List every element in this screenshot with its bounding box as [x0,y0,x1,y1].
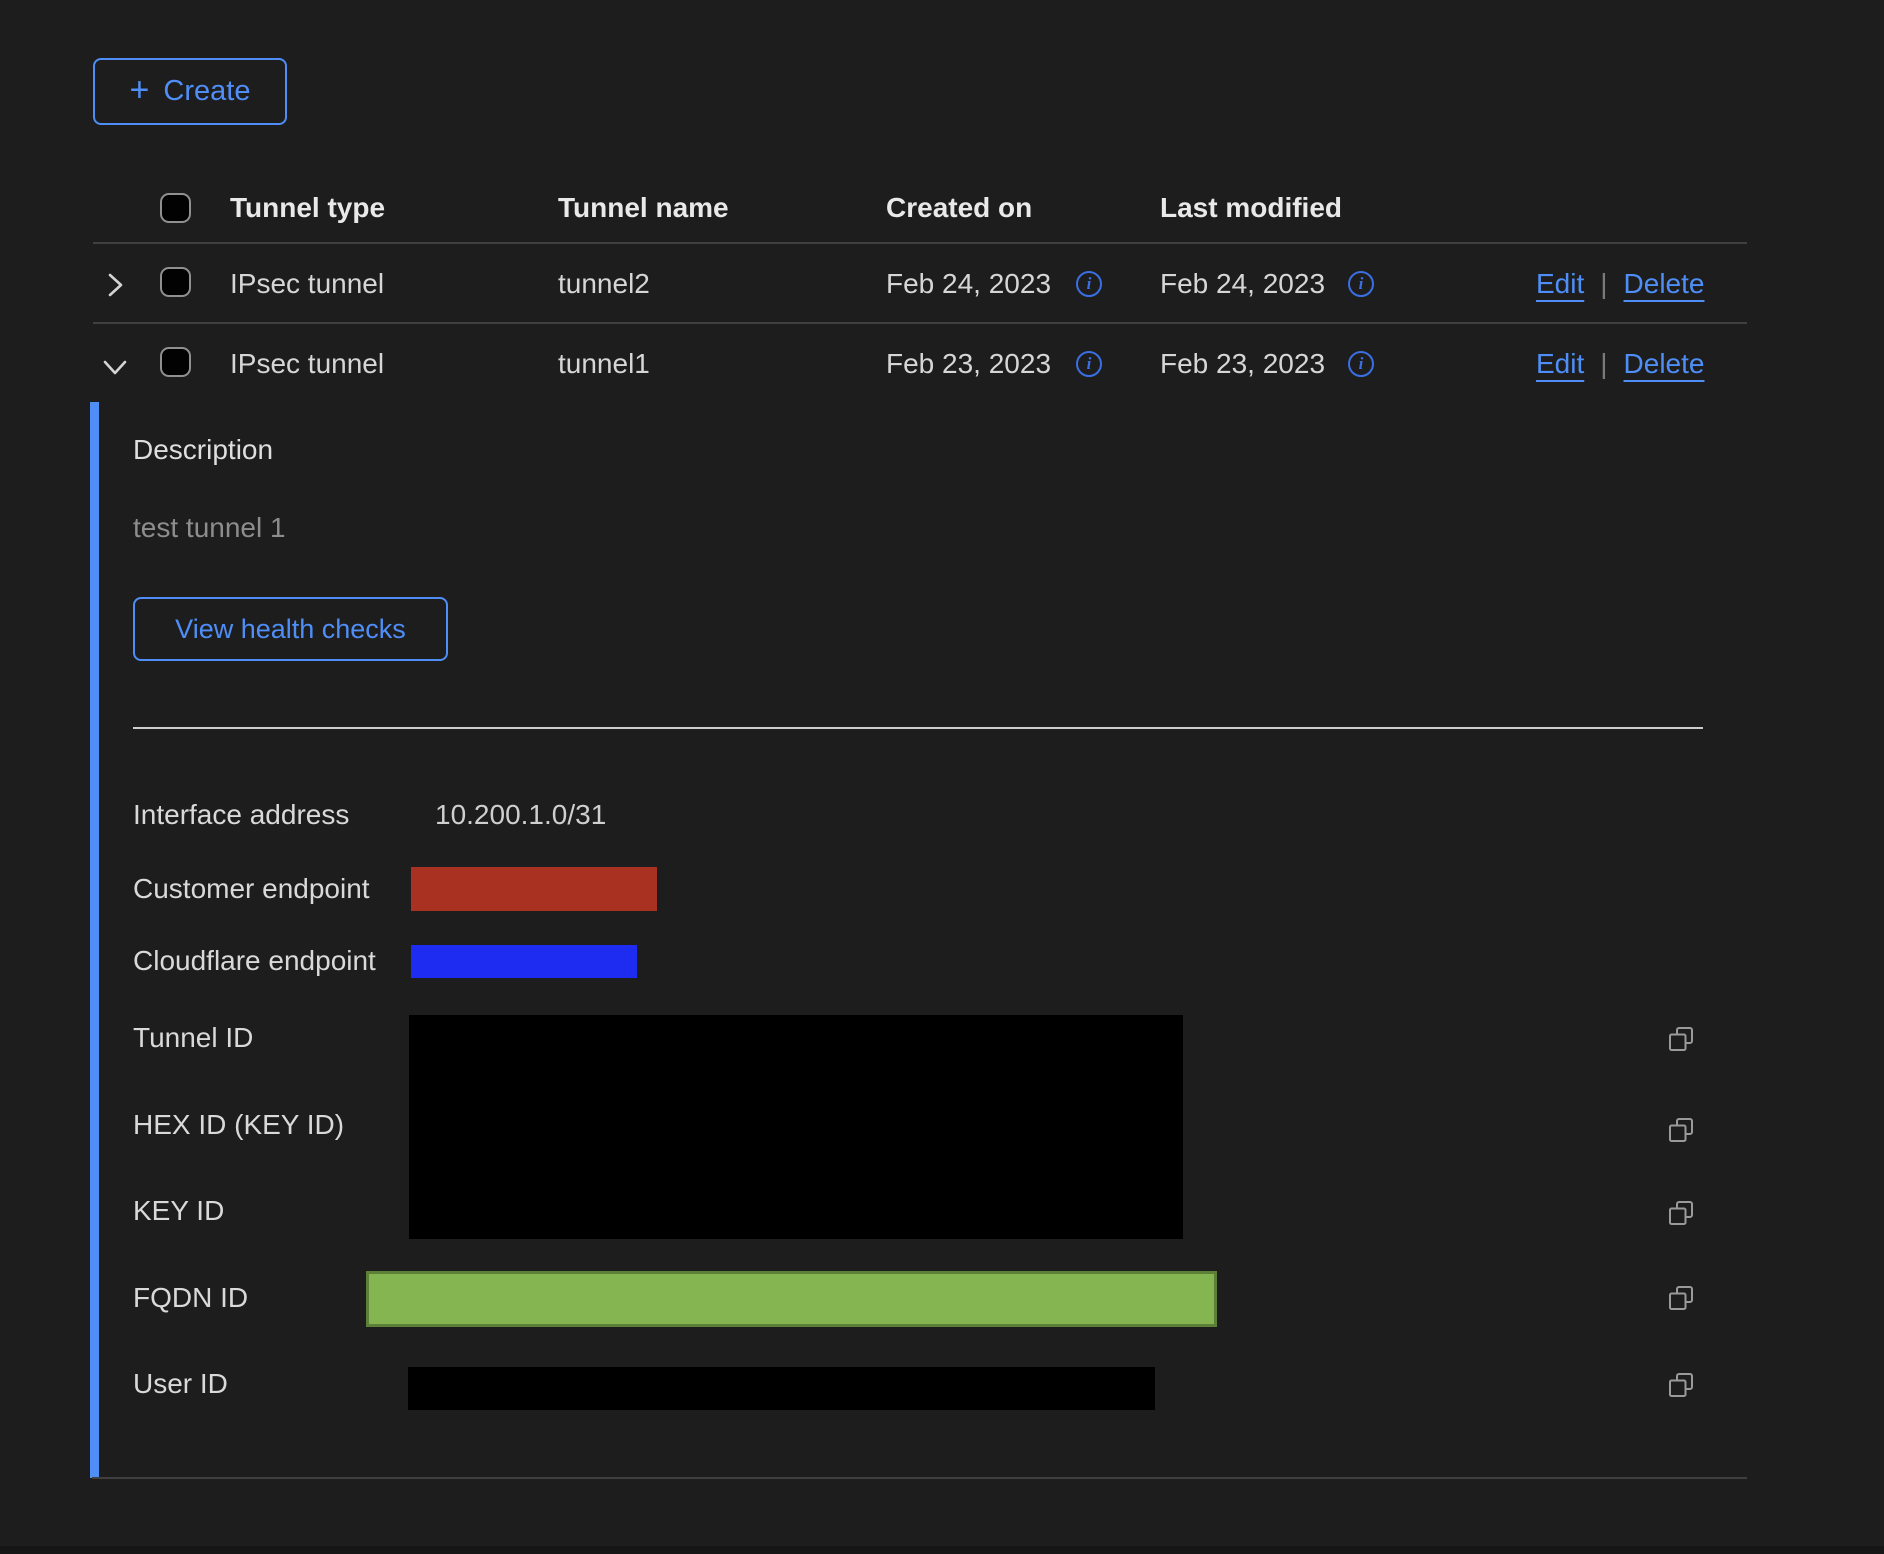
plus-icon: + [130,73,150,107]
table-bottom-divider [92,1477,1747,1479]
header-divider [93,242,1747,244]
info-icon[interactable]: i [1348,351,1374,377]
action-separator: | [1600,268,1607,300]
copy-icon[interactable] [1666,1283,1696,1313]
table-header-row: Tunnel type Tunnel name Created on Last … [0,192,1884,228]
cloudflare-endpoint-label: Cloudflare endpoint [133,945,376,977]
edit-link[interactable]: Edit [1536,348,1584,380]
ids-redacted-values [409,1015,1183,1239]
row-divider [93,322,1747,324]
info-icon[interactable]: i [1076,271,1102,297]
view-health-checks-label: View health checks [175,614,406,645]
user-id-label: User ID [133,1368,228,1400]
customer-endpoint-redacted-value [411,867,657,911]
row-actions: Edit | Delete [1536,348,1704,380]
hex-id-label: HEX ID (KEY ID) [133,1109,344,1141]
table-row: IPsec tunnel tunnel1 Feb 23, 2023 i Feb … [0,348,1884,384]
header-tunnel-type: Tunnel type [230,192,385,224]
customer-endpoint-label: Customer endpoint [133,873,370,905]
copy-icon[interactable] [1666,1115,1696,1145]
info-icon[interactable]: i [1348,271,1374,297]
copy-icon[interactable] [1666,1370,1696,1400]
fqdn-id-redacted-value [366,1271,1217,1327]
interface-address-value: 10.200.1.0/31 [435,799,606,831]
delete-link[interactable]: Delete [1624,268,1705,300]
info-icon[interactable]: i [1076,351,1102,377]
expanded-row-accent-bar [90,402,99,1478]
edit-link[interactable]: Edit [1536,268,1584,300]
description-value: test tunnel 1 [133,512,286,544]
copy-icon[interactable] [1666,1198,1696,1228]
delete-link[interactable]: Delete [1624,348,1705,380]
tunnels-page: + Create Tunnel type Tunnel name Created… [0,0,1884,1554]
key-id-label: KEY ID [133,1195,224,1227]
header-last-modified: Last modified [1160,192,1342,224]
copy-icon[interactable] [1666,1024,1696,1054]
section-divider [133,727,1703,729]
tunnel-type-cell: IPsec tunnel [230,268,384,300]
created-on-cell: Feb 23, 2023 [886,348,1051,380]
header-tunnel-name: Tunnel name [558,192,729,224]
tunnel-name-cell: tunnel1 [558,348,650,380]
create-button-label: Create [163,75,250,108]
tunnel-id-label: Tunnel ID [133,1022,253,1054]
action-separator: | [1600,348,1607,380]
select-all-checkbox[interactable] [160,193,191,223]
page-bottom-strip [0,1546,1884,1554]
tunnel-name-cell: tunnel2 [558,268,650,300]
last-modified-cell: Feb 24, 2023 [1160,268,1325,300]
user-id-redacted-value [408,1367,1155,1410]
last-modified-cell: Feb 23, 2023 [1160,348,1325,380]
interface-address-label: Interface address [133,799,349,831]
tunnel-type-cell: IPsec tunnel [230,348,384,380]
created-on-cell: Feb 24, 2023 [886,268,1051,300]
row-actions: Edit | Delete [1536,268,1704,300]
view-health-checks-button[interactable]: View health checks [133,597,448,661]
description-label: Description [133,434,273,466]
cloudflare-endpoint-redacted-value [411,945,637,978]
header-created-on: Created on [886,192,1032,224]
create-button[interactable]: + Create [93,58,287,125]
table-row: IPsec tunnel tunnel2 Feb 24, 2023 i Feb … [0,268,1884,304]
fqdn-id-label: FQDN ID [133,1282,248,1314]
